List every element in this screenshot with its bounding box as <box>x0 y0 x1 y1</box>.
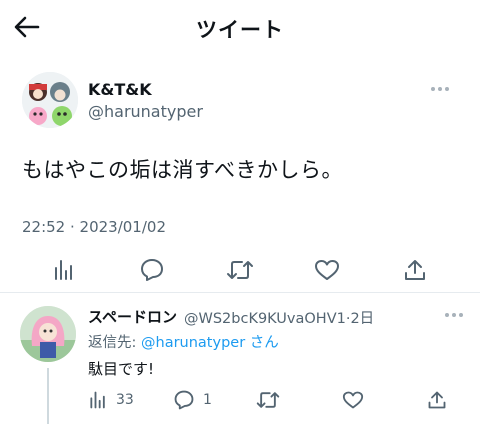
page-title: ツイート <box>196 18 284 42</box>
reply-to-suffix: さん <box>249 335 279 351</box>
reply-share[interactable] <box>427 388 447 412</box>
author-name[interactable]: K&T&K <box>88 80 152 99</box>
reply-actions: 33 1 <box>0 386 480 418</box>
like-icon[interactable] <box>313 256 341 284</box>
reply-like[interactable] <box>342 388 364 412</box>
reply-to-mention[interactable]: @harunatyper <box>141 335 245 351</box>
reply-tweet[interactable]: スペードロン @WS2bcK9KUvaOHV1·2日 返信先: @harunat… <box>0 294 480 424</box>
reply-retweet[interactable] <box>256 388 280 412</box>
header: ツイート <box>0 0 480 56</box>
reply-text: 駄目です! <box>88 360 155 378</box>
avatar[interactable] <box>20 306 76 362</box>
reply-author-name[interactable]: スペードロン <box>88 306 177 327</box>
replies-count: 1 <box>203 392 212 408</box>
tweet-timestamp[interactable]: 22:52 · 2023/01/02 <box>22 218 166 236</box>
retweet-icon <box>256 392 280 408</box>
tweet-actions <box>0 248 480 292</box>
like-icon <box>342 391 364 409</box>
more-options-icon[interactable] <box>428 82 452 96</box>
author-handle[interactable]: @harunatyper <box>88 102 203 121</box>
views-count: 33 <box>116 392 134 408</box>
reply-to-prefix: 返信先: <box>88 335 137 351</box>
reply-stats[interactable]: 33 <box>88 388 134 412</box>
share-icon <box>428 391 446 409</box>
retweet-icon[interactable] <box>226 256 254 284</box>
share-icon[interactable] <box>401 256 429 284</box>
stats-icon <box>90 391 105 409</box>
more-options-icon[interactable] <box>442 308 466 322</box>
divider <box>0 292 480 293</box>
reply-icon[interactable] <box>138 256 166 284</box>
reply-to-line: 返信先: @harunatyper さん <box>88 331 279 352</box>
reply-icon <box>174 390 194 410</box>
avatar[interactable] <box>22 72 78 128</box>
reply-author-handle[interactable]: @WS2bcK9KUvaOHV1·2日 <box>184 307 374 328</box>
stats-icon[interactable] <box>50 256 78 284</box>
tweet-author: K&T&K @harunatyper <box>22 72 462 132</box>
tweet-text: もはやこの垢は消すべきかしら。 <box>22 158 344 182</box>
reply-reply[interactable]: 1 <box>173 388 212 412</box>
